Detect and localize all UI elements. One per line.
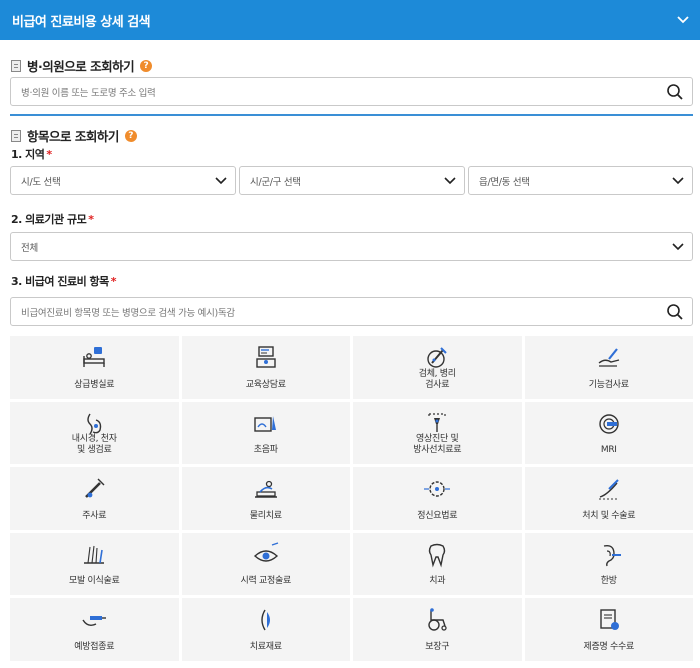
syringe-icon (85, 478, 105, 499)
category-item[interactable]: 기능검사료 (524, 336, 693, 399)
section-divider (10, 114, 693, 116)
vaccine-icon (82, 616, 107, 627)
help-icon[interactable]: ? (124, 129, 137, 142)
region-label: 1. 지역 * (11, 148, 52, 161)
category-label: 검체, 병리 검사료 (418, 368, 456, 390)
chevron-down-icon[interactable] (676, 13, 690, 27)
category-item[interactable]: 치료재료 (181, 598, 350, 661)
category-item[interactable]: 내시경, 천자 및 생검료 (10, 401, 179, 465)
category-label: 치료재료 (249, 641, 282, 652)
category-item[interactable]: 보장구 (353, 598, 522, 661)
category-label: 처치 및 수술료 (582, 510, 636, 521)
surgery-icon (598, 479, 619, 500)
category-item[interactable]: 한방 (524, 532, 693, 596)
category-label: 시력 교정술료 (240, 576, 292, 587)
category-label: 상급병실료 (74, 379, 115, 390)
physical-therapy-icon (254, 481, 277, 498)
category-label: 주사료 (82, 510, 107, 521)
category-item[interactable]: 영상진단 및 방사선치료료 (353, 401, 522, 465)
category-item[interactable]: 검체, 병리 검사료 (353, 336, 522, 399)
category-item[interactable]: 치과 (353, 532, 522, 596)
chevron-down-icon (444, 177, 456, 185)
ultrasound-icon (254, 415, 276, 432)
town-select[interactable]: 읍/면/동 선택 (468, 166, 693, 195)
institution-scale-select[interactable]: 전체 (10, 232, 693, 261)
eye-icon (253, 542, 278, 562)
scale-label: 2. 의료기관 규모 * (11, 213, 94, 226)
search-header[interactable]: 비급여 진료비용 상세 검색 (0, 0, 700, 40)
category-label: 치과 (429, 576, 446, 587)
category-item[interactable]: 모발 이식술료 (10, 532, 179, 596)
hospital-search-placeholder: 병·의원 이름 또는 도로명 주소 입력 (21, 87, 156, 99)
certificate-icon (600, 609, 619, 631)
item-search-input[interactable]: 비급여진료비 항목명 또는 병명으로 검색 가능 예시)독감 (10, 297, 693, 326)
hair-transplant-icon (84, 545, 105, 564)
category-item[interactable]: 시력 교정술료 (181, 532, 350, 596)
items-label: 3. 비급여 진료비 항목 * (11, 275, 117, 288)
category-item[interactable]: 정신요법료 (353, 467, 522, 530)
search-icon[interactable] (666, 303, 684, 321)
category-label: 내시경, 천자 및 생검료 (71, 434, 117, 456)
category-item[interactable]: 교육상담료 (181, 336, 350, 399)
list-icon (11, 129, 21, 142)
mri-icon (599, 413, 619, 434)
category-item[interactable]: 상급병실료 (10, 336, 179, 399)
treatment-material-icon (261, 610, 270, 631)
category-label: 물리치료 (249, 510, 282, 521)
help-icon[interactable]: ? (140, 59, 153, 72)
function-test-icon (598, 348, 619, 367)
wheelchair-icon (428, 608, 447, 632)
category-label: 보장구 (425, 641, 450, 652)
category-label: 기능검사료 (588, 379, 629, 390)
category-label: 교육상담료 (245, 379, 286, 390)
header-title: 비급여 진료비용 상세 검색 (12, 14, 151, 30)
hospital-search-title: 병·의원으로 조회하기 ? (11, 56, 153, 75)
hospital-search-input[interactable]: 병·의원 이름 또는 도로명 주소 입력 (10, 77, 693, 106)
tooth-icon (429, 543, 446, 568)
category-label: 제증명 수수료 (583, 641, 635, 652)
search-icon[interactable] (666, 83, 684, 101)
counseling-icon (256, 346, 276, 368)
category-label: 정신요법료 (417, 510, 458, 521)
category-item[interactable]: MRI (524, 401, 693, 465)
city-select[interactable]: 시/군/구 선택 (239, 166, 465, 195)
chevron-down-icon (672, 177, 684, 185)
category-item[interactable]: 주사료 (10, 467, 179, 530)
category-label: 초음파 (253, 445, 278, 456)
building-icon (11, 59, 21, 72)
category-label: 예방접종료 (74, 641, 115, 652)
chevron-down-icon (672, 243, 684, 251)
chevron-down-icon (215, 177, 227, 185)
ear-acupuncture-icon (603, 544, 621, 567)
category-label: 모발 이식술료 (69, 576, 120, 587)
brain-icon (424, 481, 451, 497)
category-label: 영상진단 및 방사선치료료 (413, 434, 462, 456)
hospital-bed-icon (83, 347, 105, 367)
category-label: MRI (600, 445, 617, 456)
category-item[interactable]: 제증명 수수료 (524, 598, 693, 661)
item-search-placeholder: 비급여진료비 항목명 또는 병명으로 검색 가능 예시)독감 (21, 307, 235, 319)
category-item[interactable]: 초음파 (181, 401, 350, 465)
province-select[interactable]: 시/도 선택 (10, 166, 236, 195)
category-item[interactable]: 물리치료 (181, 467, 350, 530)
item-search-title: 항목으로 조회하기 ? (11, 126, 137, 145)
category-grid: 상급병실료 교육상담료 검체, 병리 검사료기능검사료내시경, 천자 및 생검료초음… (10, 336, 693, 661)
category-label: 한방 (600, 576, 617, 587)
category-item[interactable]: 처치 및 수술료 (524, 467, 693, 530)
category-item[interactable]: 예방접종료 (10, 598, 179, 661)
